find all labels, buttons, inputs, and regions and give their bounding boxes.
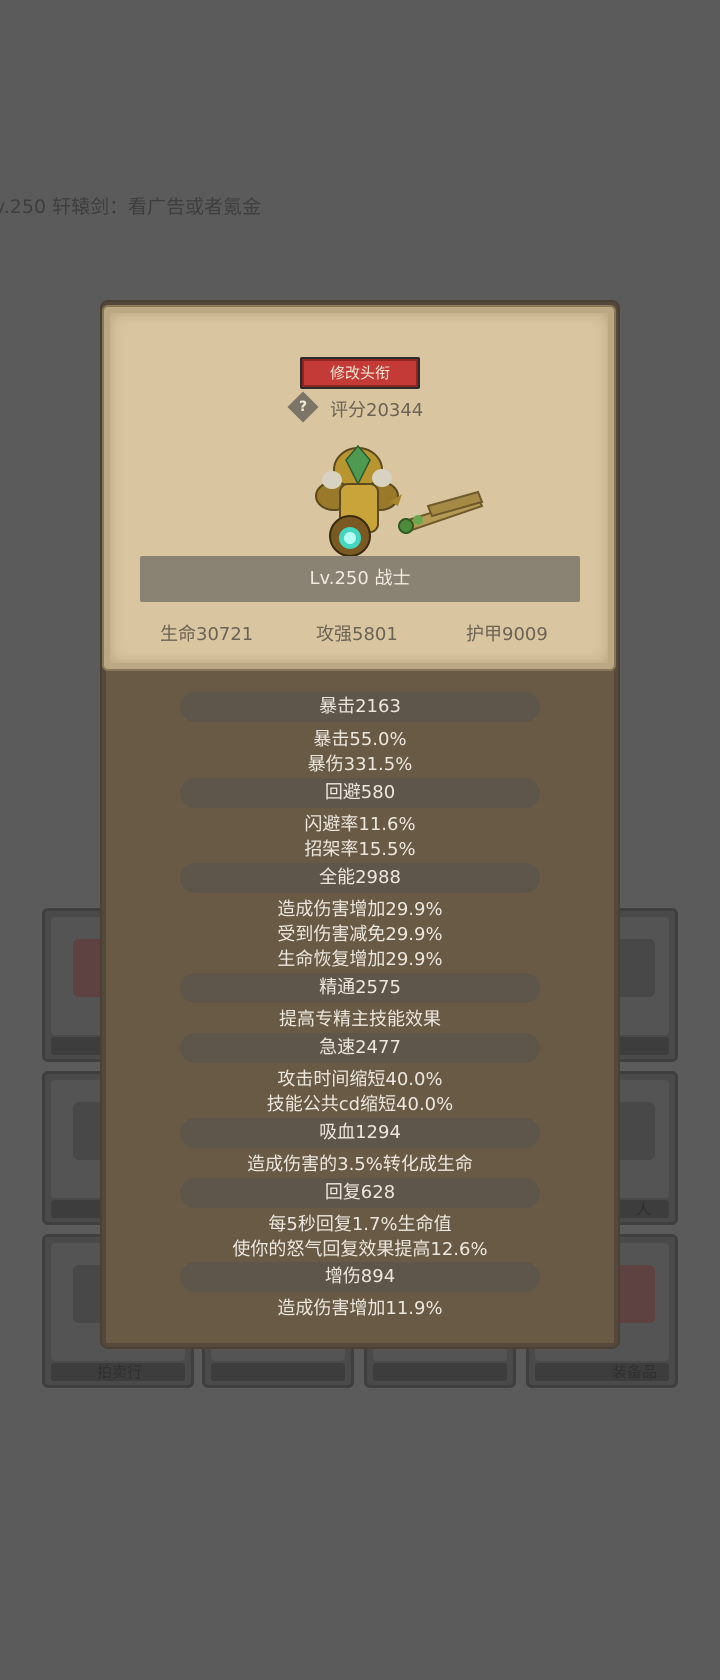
attack-power-stat: 攻强5801 [316,624,398,645]
versatility-healing-line: 生命恢复增加29.9% [277,949,443,970]
armor-stat: 护甲9009 [466,624,548,645]
hero-name-bar: Lv.250 战士 [140,556,580,602]
damage-bonus-line: 造成伤害增加11.9% [277,1298,443,1319]
score-label: 评分20344 [330,400,424,421]
haste-cooldown-line: 技能公共cd缩短40.0% [266,1094,454,1115]
background-tile-label: 拍卖行 [51,1363,185,1381]
versatility-reduction-line: 受到伤害减免29.9% [277,924,443,945]
crit-stat-header: 暴击2163 [180,692,540,722]
background-tip-text: v.250 轩辕剑：看广告或者氪金 [0,196,262,218]
haste-attack-line: 攻击时间缩短40.0% [277,1069,443,1090]
mastery-effect-line: 提高专精主技能效果 [279,1009,441,1030]
haste-stat-header: 急速2477 [180,1033,540,1063]
damage-bonus-stat-header: 增伤894 [180,1262,540,1292]
rename-title-button[interactable]: 修改头衔 [300,357,420,389]
avoidance-stat-header: 回避580 [180,778,540,808]
regen-stat-header: 回复628 [180,1178,540,1208]
leech-stat-header: 吸血1294 [180,1118,540,1148]
warrior-hero-sprite [315,444,484,557]
parry-rate-line: 招架率15.5% [304,839,416,860]
regen-health-line: 每5秒回复1.7%生命值 [268,1214,452,1235]
hp-stat: 生命30721 [160,624,254,645]
dodge-rate-line: 闪避率11.6% [304,814,416,835]
regen-rage-line: 使你的怒气回复效果提高12.6% [232,1239,488,1260]
crit-rate-line: 暴击55.0% [313,729,407,750]
crit-damage-line: 暴伤331.5% [307,754,413,775]
versatility-damage-line: 造成伤害增加29.9% [277,899,443,920]
mastery-stat-header: 精通2575 [180,973,540,1003]
leech-effect-line: 造成伤害的3.5%转化成生命 [247,1154,473,1175]
background-tile-label: 装备品 [535,1363,669,1381]
help-icon[interactable]: ? [287,391,319,423]
versatility-stat-header: 全能2988 [180,863,540,893]
